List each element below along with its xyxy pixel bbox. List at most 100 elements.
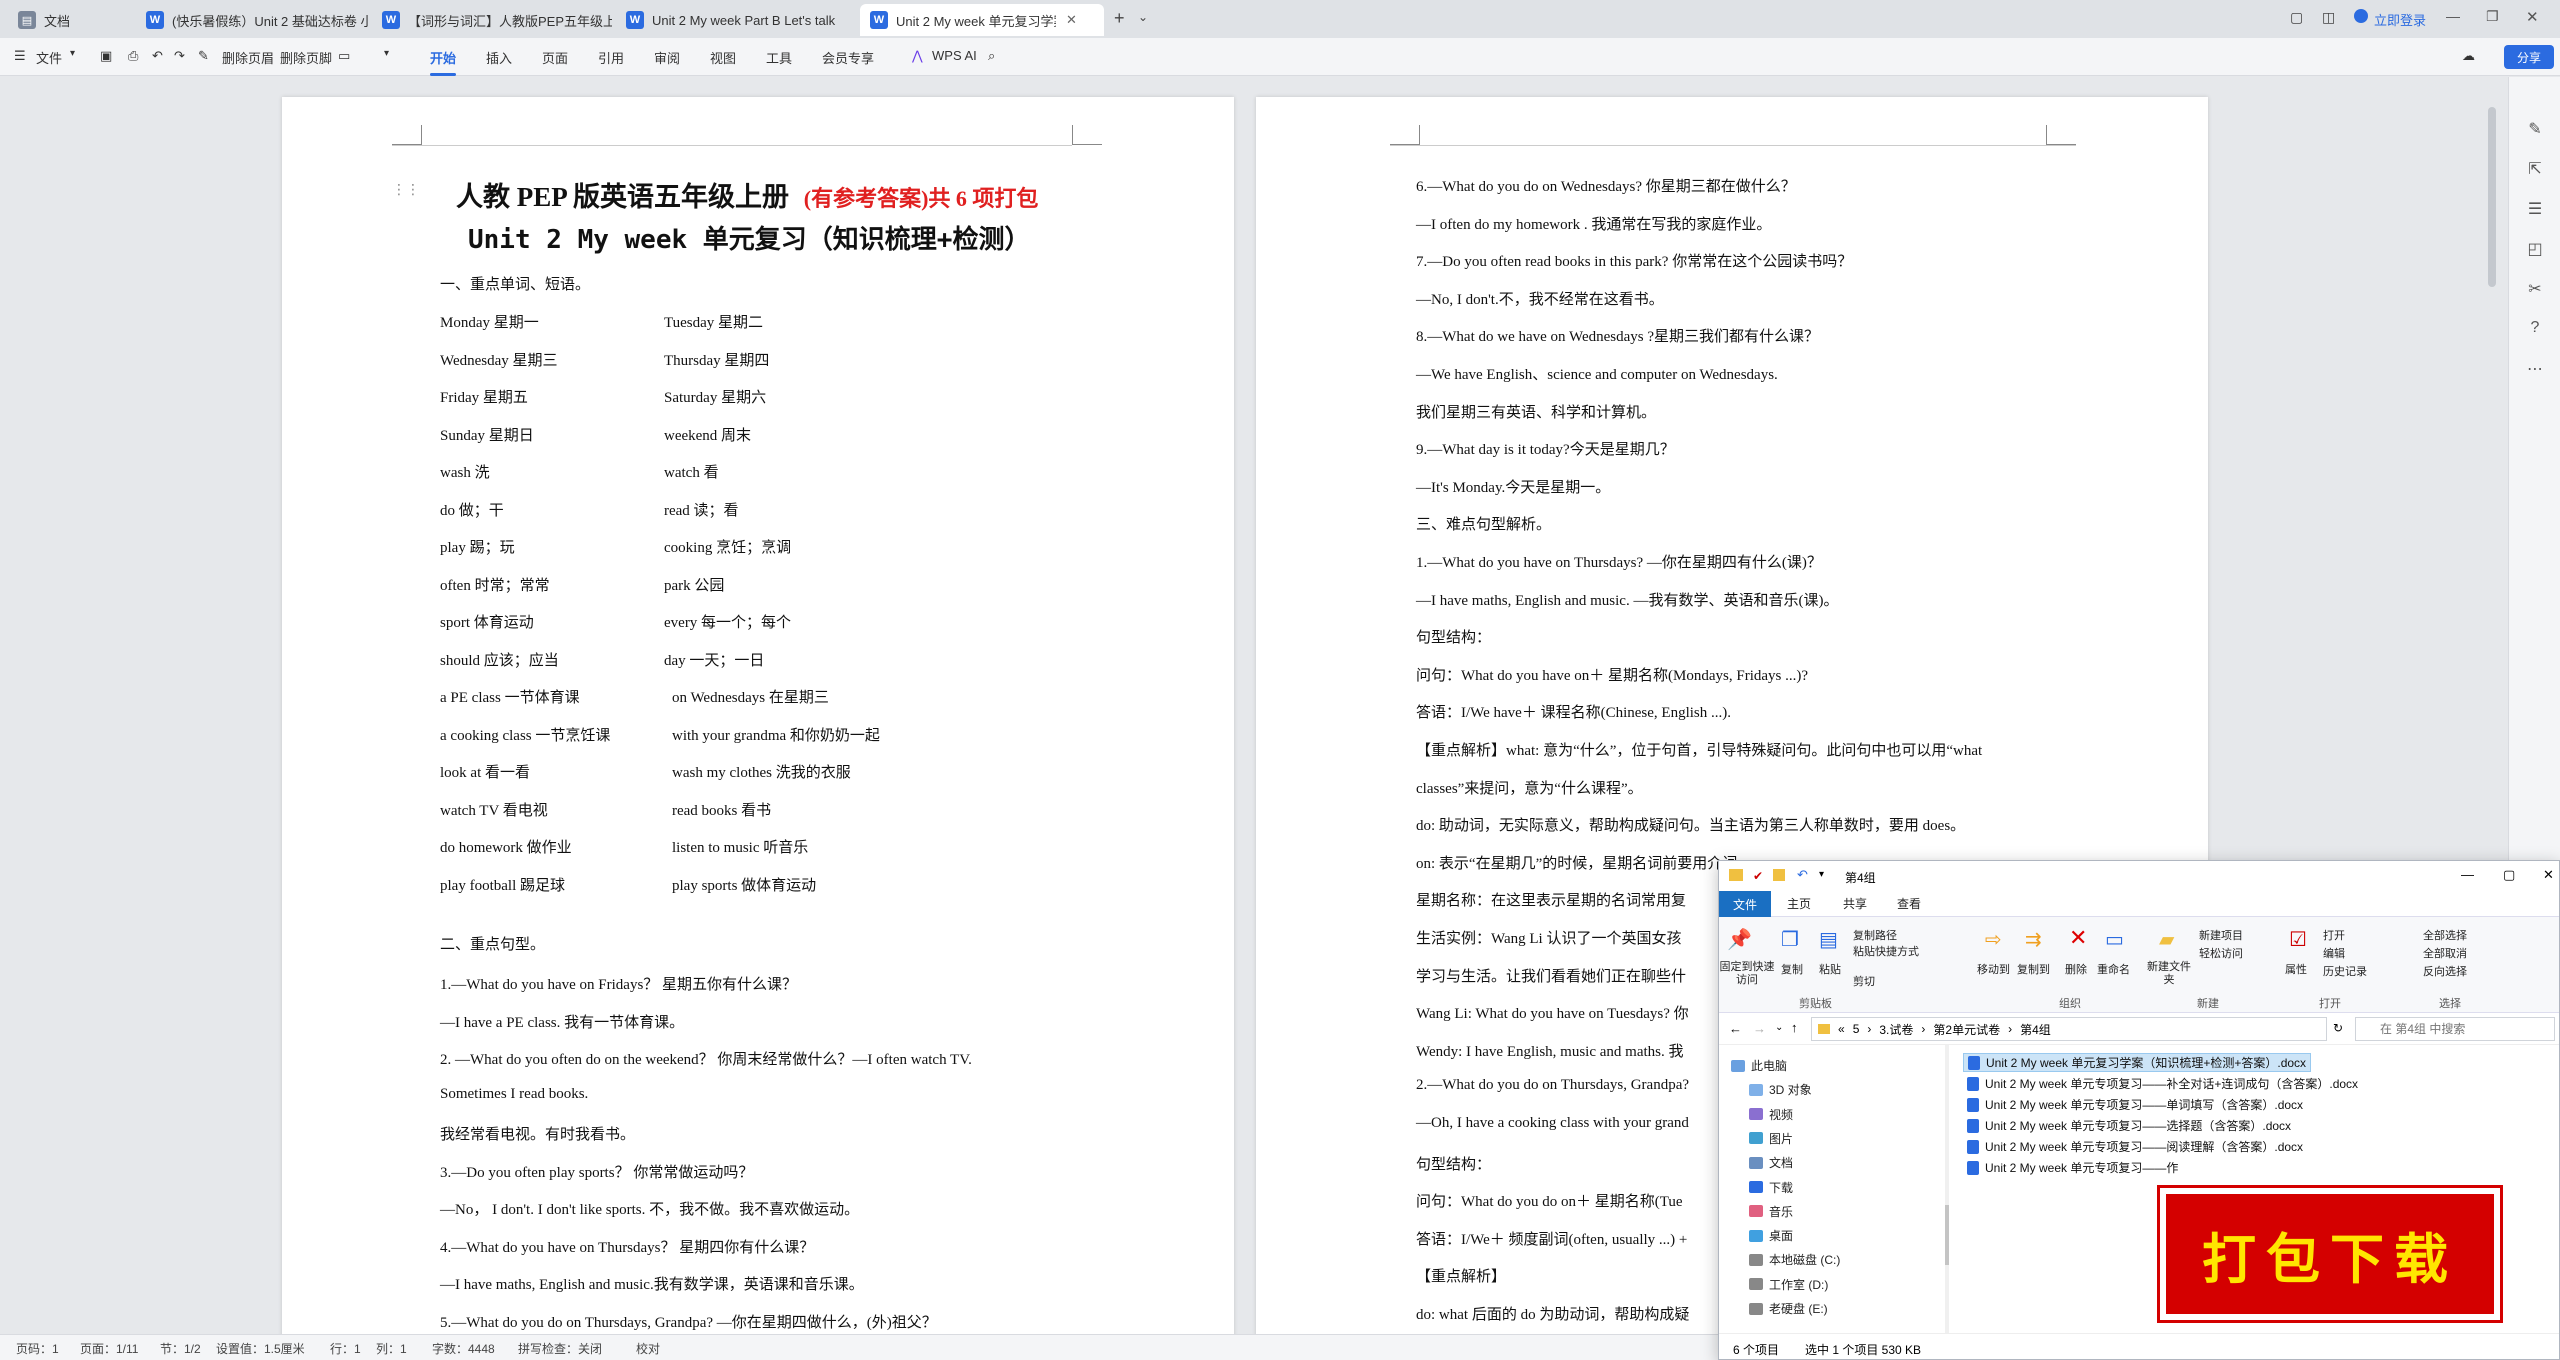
close-window-icon[interactable]: ✕	[2526, 8, 2539, 26]
nav-scroll-thumb[interactable]	[1945, 1205, 1949, 1265]
close-tab-icon[interactable]: ✕	[1066, 12, 1077, 28]
vertical-scrollbar[interactable]	[2488, 107, 2496, 287]
invert-selection-button[interactable]: 反向选择	[2423, 963, 2467, 979]
tab-list-chevron-icon[interactable]: ⌄	[1138, 10, 1148, 24]
tab-insert[interactable]: 插入	[486, 48, 512, 67]
file-item[interactable]: Unit 2 My week 单元专项复习——阅读理解（含答案）.docx	[1963, 1137, 2307, 1156]
tab-doc-3[interactable]: W Unit 2 My week Part B Let's talk	[616, 4, 856, 36]
tab-doc-1[interactable]: W (快乐暑假练）Unit 2 基础达标卷 小	[136, 4, 368, 36]
delete-header-button[interactable]: 删除页眉	[222, 48, 274, 67]
nav-item[interactable]: 老硬盘 (E:)	[1749, 1300, 1828, 1317]
edit-button[interactable]: 编辑	[2323, 945, 2345, 961]
new-folder-icon[interactable]	[1773, 869, 1785, 881]
tab-view[interactable]: 查看	[1897, 895, 1921, 912]
nav-item[interactable]: 桌面	[1749, 1227, 1793, 1244]
tab-documents[interactable]: ▤ 文档	[8, 4, 136, 36]
tab-doc-2[interactable]: W 【词形与词汇】人教版PEP五年级上册	[372, 4, 612, 36]
nav-scrollbar[interactable]	[1945, 1045, 1949, 1333]
tab-review[interactable]: 审阅	[654, 48, 680, 67]
window-layout-icon[interactable]: ▢	[2290, 9, 2303, 26]
path-segment[interactable]: 第2单元试卷	[1933, 1021, 2000, 1038]
undo-icon[interactable]: ↶	[1797, 867, 1808, 883]
recent-chevron-icon[interactable]: ⌄	[1775, 1022, 1783, 1033]
open-button[interactable]: 打开	[2323, 927, 2345, 943]
tab-view[interactable]: 视图	[710, 48, 736, 67]
maximize-icon[interactable]: ❐	[2486, 8, 2499, 25]
nav-item[interactable]: 此电脑	[1731, 1057, 1787, 1074]
tools-icon[interactable]: ✂	[2525, 279, 2545, 299]
translate-icon[interactable]: ◰	[2525, 239, 2545, 259]
help-icon[interactable]: ?	[2525, 319, 2545, 339]
select-none-button[interactable]: 全部取消	[2423, 945, 2467, 961]
adjust-icon[interactable]: ☰	[2525, 199, 2545, 219]
search-icon[interactable]: ⌕	[988, 48, 995, 64]
move-to-button[interactable]: 移动到	[1977, 961, 2010, 977]
customize-chevron-icon[interactable]: ▾	[1819, 869, 1824, 880]
file-item[interactable]: Unit 2 My week 单元专项复习——选择题（含答案）.docx	[1963, 1116, 2295, 1135]
file-item[interactable]: Unit 2 My week 单元专项复习——补全对话+连词成句（含答案）.do…	[1963, 1074, 2362, 1093]
share-button[interactable]: 分享	[2504, 45, 2554, 69]
tab-home[interactable]: 主页	[1787, 895, 1811, 912]
cloud-sync-icon[interactable]: ☁	[2462, 48, 2475, 64]
status-proof[interactable]: 校对	[636, 1340, 660, 1357]
format-painter-icon[interactable]: ✎	[198, 48, 209, 64]
path-segment[interactable]: 第4组	[2020, 1021, 2051, 1038]
maximize-icon[interactable]: ▢	[2503, 867, 2515, 883]
page-setup-icon[interactable]: ▭	[338, 48, 350, 64]
quick-access-icon[interactable]: ✔	[1753, 869, 1763, 883]
login-button[interactable]: 立即登录	[2374, 10, 2426, 29]
nav-item[interactable]: 视频	[1749, 1106, 1793, 1123]
download-badge[interactable]: 打包下载	[2160, 1188, 2500, 1320]
chevron-down-icon[interactable]: ▾	[70, 48, 75, 59]
up-icon[interactable]: ↑	[1791, 1020, 1798, 1035]
tab-share[interactable]: 共享	[1843, 895, 1867, 912]
path-box[interactable]: « 5 › 3.试卷 › 第2单元试卷 › 第4组	[1811, 1017, 2327, 1041]
minimize-icon[interactable]: —	[2461, 867, 2474, 882]
refresh-icon[interactable]: ↻	[2333, 1021, 2343, 1035]
paste-button[interactable]: 粘贴	[1819, 961, 1841, 977]
new-item-button[interactable]: 新建项目	[2199, 927, 2243, 943]
rename-button[interactable]: 重命名	[2097, 961, 2130, 977]
status-spellcheck[interactable]: 拼写检查：关闭	[518, 1340, 602, 1357]
status-words[interactable]: 字数：4448	[432, 1340, 495, 1357]
file-item[interactable]: Unit 2 My week 单元专项复习——作	[1963, 1158, 2182, 1177]
print-icon[interactable]: ⎙	[128, 48, 138, 64]
file-item[interactable]: Unit 2 My week 单元专项复习——单词填写（含答案）.docx	[1963, 1095, 2307, 1114]
close-icon[interactable]: ✕	[2543, 867, 2554, 883]
tab-doc-active[interactable]: W Unit 2 My week 单元复习学案 ✕	[860, 4, 1104, 36]
minimize-icon[interactable]: —	[2446, 8, 2460, 24]
nav-item[interactable]: 文档	[1749, 1154, 1793, 1171]
tab-reference[interactable]: 引用	[598, 48, 624, 67]
save-icon[interactable]: ▣	[100, 48, 112, 64]
history-button[interactable]: 历史记录	[2323, 963, 2367, 979]
more-chevron-icon[interactable]: ▾	[384, 48, 389, 59]
copy-to-button[interactable]: 复制到	[2017, 961, 2050, 977]
cut-button[interactable]: 剪切	[1853, 973, 1875, 989]
undo-icon[interactable]: ↶	[152, 48, 163, 64]
search-input[interactable]	[2355, 1017, 2555, 1041]
file-item[interactable]: Unit 2 My week 单元复习学案（知识梳理+检测+答案）.docx	[1963, 1053, 2312, 1072]
more-icon[interactable]: ⋯	[2525, 359, 2545, 379]
nav-item[interactable]: 音乐	[1749, 1203, 1793, 1220]
tab-home[interactable]: 开始	[430, 48, 457, 76]
tab-file[interactable]: 文件	[1719, 891, 1771, 917]
nav-item[interactable]: 本地磁盘 (C:)	[1749, 1251, 1840, 1268]
tab-page[interactable]: 页面	[542, 48, 568, 67]
file-menu[interactable]: 文件	[36, 48, 62, 67]
nav-item[interactable]: 3D 对象	[1749, 1081, 1812, 1098]
drag-handle-icon[interactable]: ⋮⋮	[392, 181, 420, 198]
easy-access-button[interactable]: 轻松访问	[2199, 945, 2243, 961]
pen-icon[interactable]: ✎	[2525, 119, 2545, 139]
new-folder-button[interactable]: 新建文件夹	[2147, 961, 2191, 987]
wps-ai-button[interactable]: WPS AI	[932, 48, 977, 63]
new-tab-icon[interactable]: +	[1114, 8, 1125, 29]
copy-button[interactable]: 复制	[1781, 961, 1803, 977]
nav-item[interactable]: 图片	[1749, 1130, 1793, 1147]
avatar-icon[interactable]	[2354, 9, 2368, 23]
tab-tools[interactable]: 工具	[766, 48, 792, 67]
delete-footer-button[interactable]: 删除页脚	[280, 48, 332, 67]
pointer-icon[interactable]: ⇱	[2525, 159, 2545, 179]
hamburger-icon[interactable]: ☰	[14, 48, 26, 64]
copy-path-button[interactable]: 复制路径	[1853, 927, 1897, 943]
status-pages[interactable]: 页面：1/11	[80, 1340, 138, 1357]
